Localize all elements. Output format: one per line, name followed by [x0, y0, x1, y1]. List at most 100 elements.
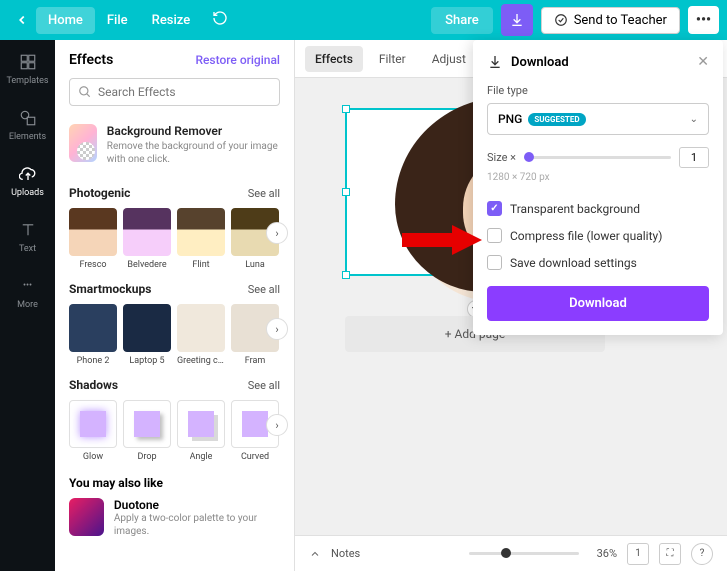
photogenic-thumb — [123, 208, 171, 256]
top-bar: Home File Resize Share Send to Teacher •… — [0, 0, 727, 40]
share-button[interactable]: Share — [431, 7, 493, 34]
compress-checkbox[interactable] — [487, 228, 502, 243]
search-wrap — [55, 78, 294, 116]
bottom-bar: Notes 36% 1 ⛶ ? — [295, 535, 727, 571]
back-button[interactable] — [8, 6, 36, 34]
chevron-up-icon[interactable] — [309, 548, 321, 560]
size-input[interactable] — [679, 147, 709, 168]
save-settings-checkbox[interactable] — [487, 255, 502, 270]
notes-button[interactable]: Notes — [331, 547, 360, 560]
thumb-label: Glow — [83, 452, 103, 462]
elements-icon — [18, 108, 38, 128]
chevron-left-icon — [15, 13, 29, 27]
tab-adjust[interactable]: Adjust — [422, 46, 476, 72]
file-type-select[interactable]: PNG SUGGESTED ⌄ — [487, 103, 709, 135]
photogenic-item[interactable]: Belvedere — [123, 208, 171, 270]
shadow-thumb — [123, 400, 171, 448]
download-panel-header: Download ✕ — [487, 54, 709, 70]
transparent-checkbox[interactable] — [487, 201, 502, 216]
background-remover[interactable]: Background Remover Remove the background… — [55, 116, 294, 180]
shadow-item[interactable]: Glow — [69, 400, 117, 462]
more-button[interactable]: ••• — [688, 6, 719, 34]
save-settings-option[interactable]: Save download settings — [487, 249, 709, 276]
close-icon[interactable]: ✕ — [697, 54, 709, 70]
thumb-label: Luna — [245, 260, 264, 270]
mockup-item[interactable]: Phone 2 — [69, 304, 117, 366]
mockup-thumb — [123, 304, 171, 352]
suggested-badge: SUGGESTED — [528, 113, 585, 126]
effects-title: Effects — [69, 52, 113, 68]
nav-templates[interactable]: Templates — [0, 48, 55, 90]
tab-filter[interactable]: Filter — [369, 46, 416, 72]
smartmockups-see-all[interactable]: See all — [248, 283, 280, 296]
fullscreen-button[interactable]: ⛶ — [659, 543, 681, 565]
shadow-thumb — [177, 400, 225, 448]
thumb-label: Greeting car… — [177, 356, 225, 366]
download-icon-button[interactable] — [501, 4, 533, 36]
thumb-label: Drop — [137, 452, 156, 462]
page-num: 1 — [635, 548, 641, 559]
shadow-item[interactable]: Drop — [123, 400, 171, 462]
photogenic-item[interactable]: Fresco — [69, 208, 117, 270]
help-button[interactable]: ? — [691, 543, 713, 565]
shadows-see-all[interactable]: See all — [248, 379, 280, 392]
mockup-item[interactable]: Laptop 5 — [123, 304, 171, 366]
resize-button[interactable]: Resize — [140, 7, 203, 34]
nav-uploads[interactable]: Uploads — [0, 160, 55, 202]
undo-button[interactable] — [202, 4, 238, 36]
photogenic-header: Photogenic See all — [55, 180, 294, 208]
duotone-desc: Apply a two-color palette to your images… — [114, 512, 280, 538]
smartmockups-header: Smartmockups See all — [55, 276, 294, 304]
restore-original-link[interactable]: Restore original — [195, 53, 280, 67]
uploads-icon — [18, 164, 38, 184]
file-type-value: PNG — [498, 112, 522, 126]
size-slider[interactable] — [524, 156, 671, 159]
download-icon — [487, 54, 503, 70]
search-input[interactable] — [98, 85, 271, 99]
zoom-slider[interactable] — [469, 552, 579, 555]
thumb-label: Flint — [192, 260, 209, 270]
size-label: Size × — [487, 151, 516, 164]
also-like-section: You may also like Duotone Apply a two-co… — [55, 468, 294, 546]
resize-handle[interactable] — [342, 105, 350, 113]
thumb-label: Fresco — [79, 260, 106, 270]
send-to-teacher-button[interactable]: Send to Teacher — [541, 7, 680, 34]
shadow-thumb — [69, 400, 117, 448]
bg-remover-desc: Remove the background of your image with… — [107, 140, 280, 166]
file-menu[interactable]: File — [95, 7, 140, 34]
compress-label: Compress file (lower quality) — [510, 229, 662, 243]
download-panel: Download ✕ File type PNG SUGGESTED ⌄ Siz… — [473, 40, 723, 335]
photogenic-see-all[interactable]: See all — [248, 187, 280, 200]
transparent-bg-option[interactable]: Transparent background — [487, 195, 709, 222]
shadows-next[interactable]: › — [266, 414, 288, 436]
templates-icon — [18, 52, 38, 72]
nav-more-label: More — [17, 300, 38, 310]
nav-elements-label: Elements — [9, 132, 46, 142]
download-button[interactable]: Download — [487, 286, 709, 321]
search-box[interactable] — [69, 78, 280, 106]
nav-more[interactable]: ••• More — [0, 272, 55, 314]
page-count-button[interactable]: 1 — [627, 543, 649, 565]
resize-handle[interactable] — [342, 188, 350, 196]
nav-text[interactable]: Text — [0, 216, 55, 258]
tab-effects[interactable]: Effects — [305, 46, 363, 72]
photogenic-item[interactable]: Flint — [177, 208, 225, 270]
undo-icon — [212, 10, 228, 26]
home-button[interactable]: Home — [36, 7, 95, 34]
smartmockups-next[interactable]: › — [266, 318, 288, 340]
duotone-item[interactable]: Duotone Apply a two-color palette to you… — [69, 498, 280, 538]
shadow-item[interactable]: Angle — [177, 400, 225, 462]
compress-option[interactable]: Compress file (lower quality) — [487, 222, 709, 249]
nav-elements[interactable]: Elements — [0, 104, 55, 146]
photogenic-next[interactable]: › — [266, 222, 288, 244]
thumb-label: Laptop 5 — [129, 356, 164, 366]
resize-handle[interactable] — [342, 271, 350, 279]
nav-text-label: Text — [19, 244, 36, 254]
size-slider-thumb[interactable] — [524, 152, 534, 162]
download-icon — [509, 12, 525, 28]
zoom-slider-thumb[interactable] — [501, 548, 511, 558]
thumb-label: Belvedere — [127, 260, 166, 270]
topbar-left: Home File Resize — [8, 4, 238, 36]
smartmockups-title: Smartmockups — [69, 282, 151, 296]
mockup-item[interactable]: Greeting car… — [177, 304, 225, 366]
